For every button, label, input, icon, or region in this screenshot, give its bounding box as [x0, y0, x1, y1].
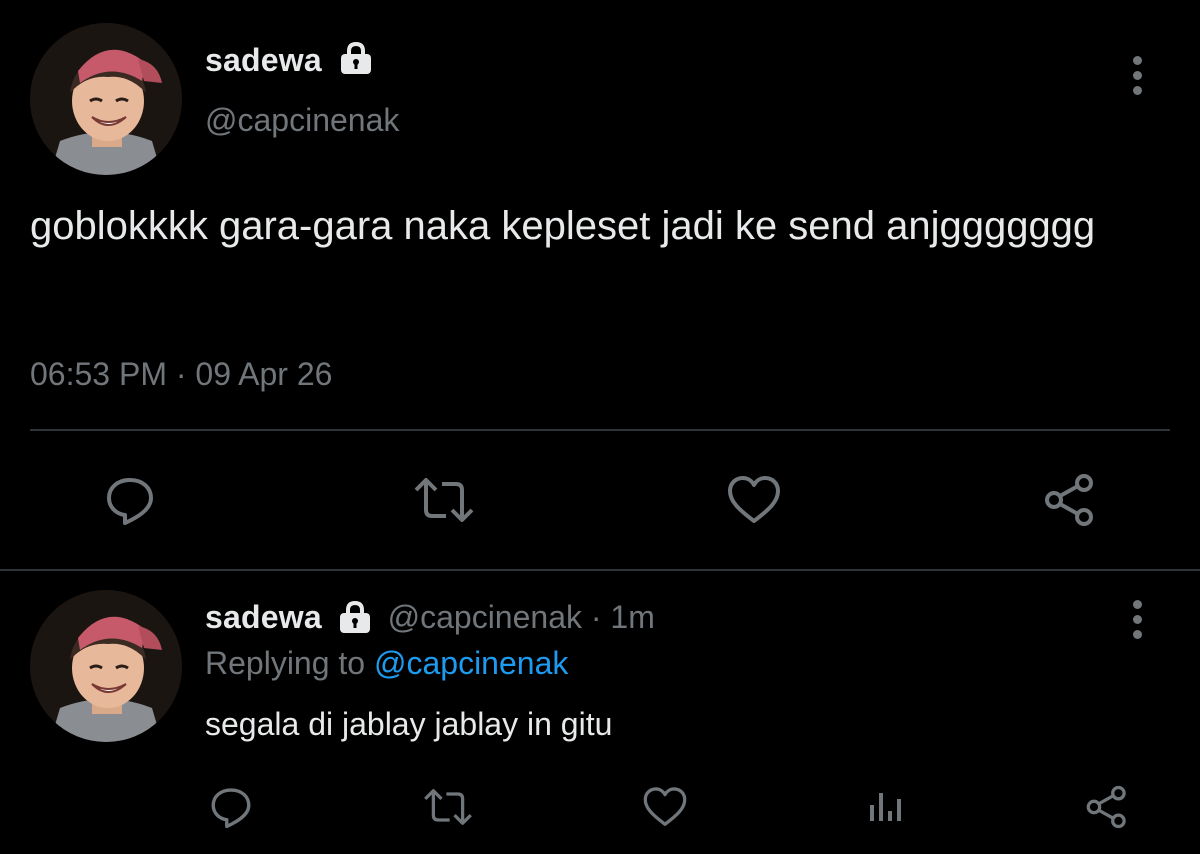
avatar[interactable] [30, 590, 182, 742]
more-icon[interactable] [1131, 56, 1143, 101]
analytics-icon [870, 793, 901, 821]
like-button[interactable] [640, 784, 690, 830]
timestamp[interactable]: 06:53 PM · 09 Apr 26 [30, 356, 332, 393]
divider [30, 429, 1170, 431]
analytics-button[interactable] [862, 784, 908, 830]
tweet-time[interactable]: 06:53 PM [30, 356, 167, 392]
replying-to: Replying to @capcinenak [205, 645, 568, 682]
more-icon[interactable] [1131, 600, 1143, 645]
share-icon [1086, 785, 1126, 829]
share-button[interactable] [1040, 472, 1100, 528]
divider [0, 569, 1200, 571]
like-icon [728, 476, 780, 523]
like-button[interactable] [724, 472, 784, 528]
tweet-text: goblokkkk gara-gara naka kepleset jadi k… [30, 204, 1096, 248]
replying-to-label: Replying to [205, 645, 366, 681]
reply-button[interactable] [206, 784, 256, 830]
reply-icon [107, 478, 153, 525]
retweet-button[interactable] [410, 472, 478, 528]
handle[interactable]: @capcinenak [388, 599, 582, 635]
retweet-button[interactable] [420, 784, 476, 830]
reply-text: segala di jablay jablay in gitu [205, 706, 613, 742]
header-separator: · [590, 599, 602, 635]
reply-button[interactable] [100, 472, 160, 528]
display-name-text[interactable]: sadewa [205, 42, 322, 78]
timestamp-separator: · [175, 356, 187, 392]
lock-icon [341, 41, 371, 74]
avatar[interactable] [30, 23, 182, 175]
display-name[interactable]: sadewa [205, 42, 322, 79]
retweet-icon [414, 478, 474, 522]
lock-icon [339, 600, 370, 633]
replying-to-link[interactable]: @capcinenak [374, 645, 568, 681]
like-icon [643, 787, 687, 826]
retweet-icon [424, 789, 472, 825]
share-icon [1045, 474, 1093, 526]
tweet-age[interactable]: 1m [610, 599, 654, 635]
reply-header: sadewa @capcinenak · 1m [205, 599, 655, 636]
tweet-date[interactable]: 09 Apr 26 [195, 356, 332, 392]
reply-icon [211, 788, 251, 829]
share-button[interactable] [1082, 784, 1132, 830]
handle[interactable]: @capcinenak [205, 102, 399, 139]
display-name[interactable]: sadewa [205, 599, 322, 635]
